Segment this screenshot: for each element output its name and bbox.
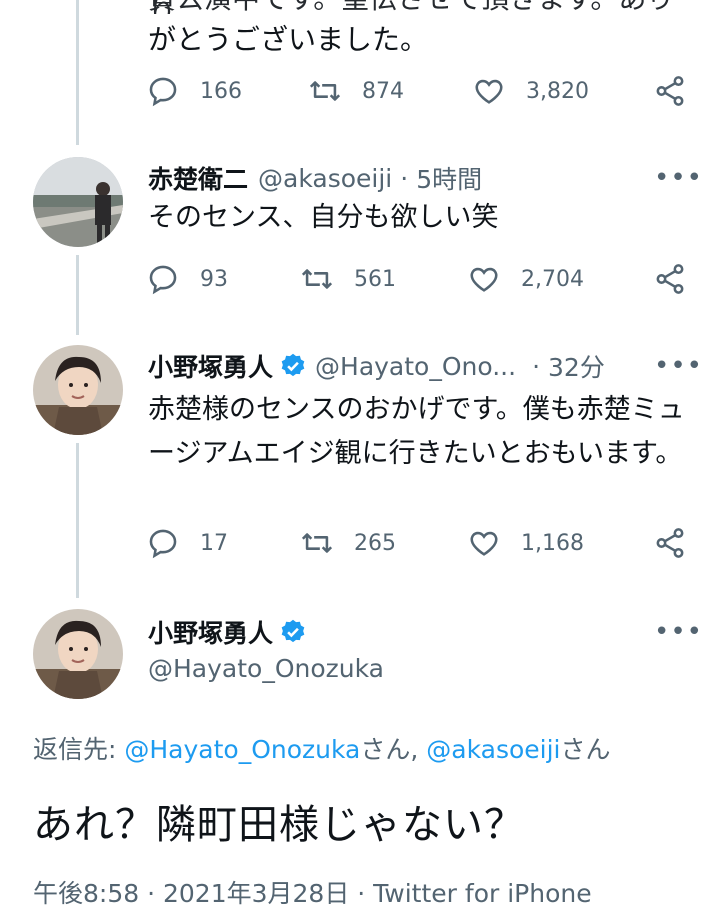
verified-badge-icon xyxy=(281,353,305,377)
more-options-icon[interactable]: ••• xyxy=(654,617,703,647)
partial-line-2: がとうございました。 xyxy=(148,23,429,56)
more-options-icon[interactable]: ••• xyxy=(654,351,703,381)
retweet-icon xyxy=(309,81,341,101)
tweet-timestamp-meta: 午後8:58 · 2021年3月28日 · Twitter for iPhone xyxy=(33,879,592,908)
main-tweet-handle-line: @Hayato_Onozuka xyxy=(148,654,384,683)
retweet-action[interactable]: 561 xyxy=(300,262,396,296)
avatar[interactable] xyxy=(33,157,123,247)
reply-user-link[interactable]: @Hayato_Onozuka xyxy=(124,735,360,764)
user-handle[interactable]: @Hayato_Onozuka xyxy=(148,654,384,683)
tweet-actions: 17 265 1,168 xyxy=(0,526,720,566)
separator: · xyxy=(532,351,541,381)
tweet-text: そのセンス、自分も欲しい笑 xyxy=(148,202,499,233)
share-action[interactable] xyxy=(653,526,687,560)
retweet-count: 265 xyxy=(354,530,396,556)
share-icon xyxy=(656,76,684,106)
main-tweet-header: 小野塚勇人 xyxy=(148,614,315,650)
reply-count: 166 xyxy=(200,78,242,104)
timestamp[interactable]: 32分 xyxy=(548,348,605,384)
timestamp[interactable]: 5時間 xyxy=(416,160,482,196)
replying-to: 返信先: @Hayato_Onozukaさん, @akasoeijiさん xyxy=(33,730,611,766)
user-handle[interactable]: @Hayato_Ono... xyxy=(315,352,516,381)
retweet-icon xyxy=(301,533,333,553)
tweet-actions: 166 874 3,820 xyxy=(0,74,720,114)
thread-line xyxy=(76,0,79,145)
separator: · xyxy=(400,163,409,193)
reply-prefix: 返信先: xyxy=(33,735,125,764)
reply-count: 93 xyxy=(200,266,228,292)
reply-icon xyxy=(149,77,177,107)
reply-count: 17 xyxy=(200,530,228,556)
like-count: 3,820 xyxy=(526,78,589,104)
retweet-count: 561 xyxy=(354,266,396,292)
reply-icon xyxy=(149,265,177,295)
reply-action[interactable]: 17 xyxy=(146,526,228,560)
reply-user-link[interactable]: @akasoeiji xyxy=(426,735,560,764)
like-count: 2,704 xyxy=(521,266,584,292)
retweet-icon xyxy=(301,269,333,289)
thread-line xyxy=(76,443,79,598)
tweet-header: 小野塚勇人 @Hayato_Ono... · 32分 xyxy=(148,348,605,384)
more-options-icon[interactable]: ••• xyxy=(654,163,703,193)
share-action[interactable] xyxy=(653,74,687,108)
tweet-actions: 93 561 2,704 xyxy=(0,262,720,302)
heart-icon xyxy=(470,531,498,556)
tweet-text: 赤楚様のセンスのおかげです。僕も赤楚ミュージアムエイジ観に行きたいとおもいます。 xyxy=(148,394,685,469)
partial-line-1: 貴公演中です。皇伝させて頂きます。ありり xyxy=(148,0,698,14)
display-name[interactable]: 赤楚衛二 xyxy=(148,160,248,196)
reply-action[interactable]: 93 xyxy=(146,262,228,296)
reply-action[interactable]: 166 xyxy=(146,74,242,108)
share-icon xyxy=(656,528,684,558)
like-action[interactable]: 3,820 xyxy=(472,74,589,108)
like-action[interactable]: 2,704 xyxy=(467,262,584,296)
retweet-action[interactable]: 265 xyxy=(300,526,396,560)
display-name[interactable]: 小野塚勇人 xyxy=(148,348,273,384)
user-handle[interactable]: @akasoeiji xyxy=(258,164,392,193)
reply-icon xyxy=(149,529,177,559)
like-action[interactable]: 1,168 xyxy=(467,526,584,560)
share-icon xyxy=(656,264,684,294)
main-tweet-text: あれ？隣町田様じゃない？ xyxy=(33,802,525,848)
share-action[interactable] xyxy=(653,262,687,296)
retweet-count: 874 xyxy=(362,78,404,104)
tweet-header: 赤楚衛二 @akasoeiji · 5時間 xyxy=(148,160,482,196)
verified-badge-icon xyxy=(281,619,305,643)
retweet-action[interactable]: 874 xyxy=(308,74,404,108)
heart-icon xyxy=(470,267,498,292)
display-name[interactable]: 小野塚勇人 xyxy=(148,614,273,650)
reply-suffix: さん xyxy=(560,735,611,764)
heart-icon xyxy=(475,79,503,104)
reply-suffix: さん, xyxy=(360,735,427,764)
partial-tweet-text: 貴公演中です。皇伝させて頂きます。ありり がとうございました。 xyxy=(148,0,698,63)
like-count: 1,168 xyxy=(521,530,584,556)
avatar[interactable] xyxy=(33,609,123,699)
avatar[interactable] xyxy=(33,345,123,435)
